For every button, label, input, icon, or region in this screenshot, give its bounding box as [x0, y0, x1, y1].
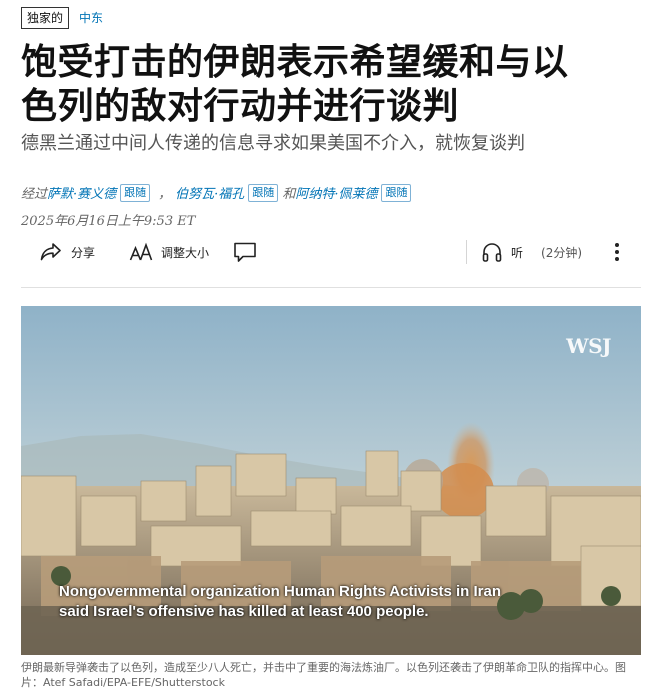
- author-link[interactable]: 萨默·赛义德: [47, 183, 116, 202]
- share-label: 分享: [71, 245, 96, 260]
- headline-line-2: 色列的敌对行动并进行谈判: [21, 85, 460, 127]
- share-icon: [40, 243, 61, 261]
- listen-button[interactable]: 听 (2分钟): [481, 236, 582, 268]
- byline-separator: ，: [158, 187, 172, 202]
- more-vertical-icon: [615, 243, 619, 261]
- article-tags: 独家的 中东: [21, 7, 103, 29]
- follow-author-button[interactable]: 跟随: [120, 183, 151, 202]
- article-toolbar: 分享 调整大小 听 (2分钟): [21, 236, 641, 274]
- text-size-icon: [129, 242, 153, 261]
- article-lead-image[interactable]: WSJ Nongovernmental organization Human R…: [21, 306, 641, 655]
- comment-icon: [234, 242, 256, 262]
- follow-author-button[interactable]: 跟随: [248, 183, 279, 202]
- article-dek: 德黑兰通过中间人传递的信息寻求如果美国不介入，就恢复谈判: [21, 133, 525, 154]
- resize-text-button[interactable]: 调整大小: [129, 236, 209, 268]
- author-link[interactable]: 伯努瓦·福孔: [175, 183, 244, 202]
- overlay-line-1: Nongovernmental organization Human Right…: [59, 583, 501, 600]
- article-headline: 饱受打击的伊朗表示希望缓和与以 色列的敌对行动并进行谈判: [21, 40, 641, 128]
- share-button[interactable]: 分享: [39, 236, 95, 268]
- more-options-button[interactable]: [609, 236, 625, 268]
- byline: 经过 萨默·赛义德 跟随 ， 伯努瓦·福孔 跟随 和 阿纳特·佩莱德 跟随: [21, 183, 415, 202]
- exclusive-badge: 独家的: [21, 7, 70, 29]
- publish-timestamp: 2025年6月16日上午9:53 ET: [21, 214, 196, 229]
- video-overlay-text: Nongovernmental organization Human Right…: [59, 582, 501, 622]
- listen-duration: (2分钟): [541, 245, 583, 260]
- byline-prefix: 经过: [21, 187, 48, 202]
- section-link[interactable]: 中东: [79, 10, 103, 26]
- toolbar-divider: [466, 240, 467, 264]
- headline-line-1: 饱受打击的伊朗表示希望缓和与以: [21, 41, 569, 83]
- wsj-logo: WSJ: [566, 334, 611, 358]
- toolbar-separator: [21, 287, 641, 288]
- listen-label: 听: [511, 245, 524, 260]
- comments-button[interactable]: [233, 236, 257, 268]
- image-caption: 伊朗最新导弹袭击了以色列，造成至少八人死亡，并击中了重要的海法炼油厂。以色列还袭…: [21, 661, 626, 689]
- headphones-icon: [482, 243, 502, 262]
- author-link[interactable]: 阿纳特·佩莱德: [295, 183, 377, 202]
- overlay-line-2: said Israel's offensive has killed at le…: [59, 603, 429, 620]
- resize-label: 调整大小: [161, 245, 210, 260]
- byline-conjunction: 和: [282, 187, 296, 202]
- follow-author-button[interactable]: 跟随: [381, 183, 412, 202]
